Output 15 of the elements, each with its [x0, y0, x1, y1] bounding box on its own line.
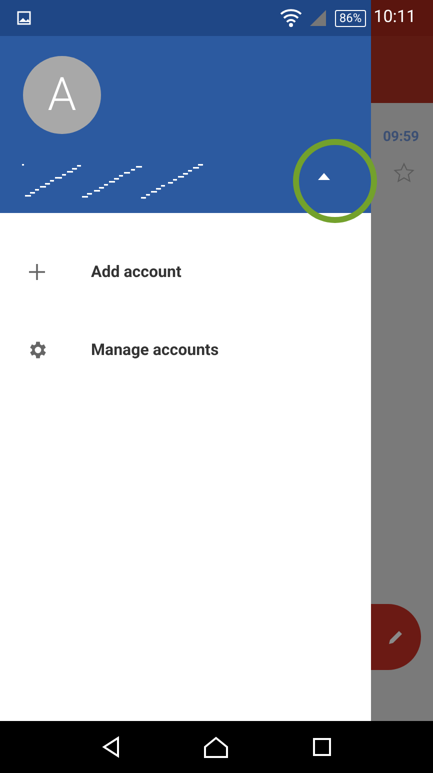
drawer-menu-item[interactable]: Add account: [0, 233, 371, 311]
message-time: 09:59: [383, 128, 420, 147]
compose-fab[interactable]: [371, 604, 421, 670]
battery-indicator: 86%: [335, 10, 366, 26]
clock: 10:11: [374, 6, 416, 30]
drawer-menu-item[interactable]: Manage accounts: [0, 311, 371, 389]
back-icon[interactable]: [101, 736, 122, 758]
plus-icon: [27, 262, 47, 282]
signal-icon: [309, 9, 328, 27]
recents-icon[interactable]: [312, 737, 332, 757]
caret-icon: [318, 172, 330, 180]
home-icon[interactable]: [203, 736, 230, 758]
wifi-icon: [279, 8, 304, 28]
image-icon: [17, 11, 31, 25]
star-icon: [393, 162, 415, 184]
